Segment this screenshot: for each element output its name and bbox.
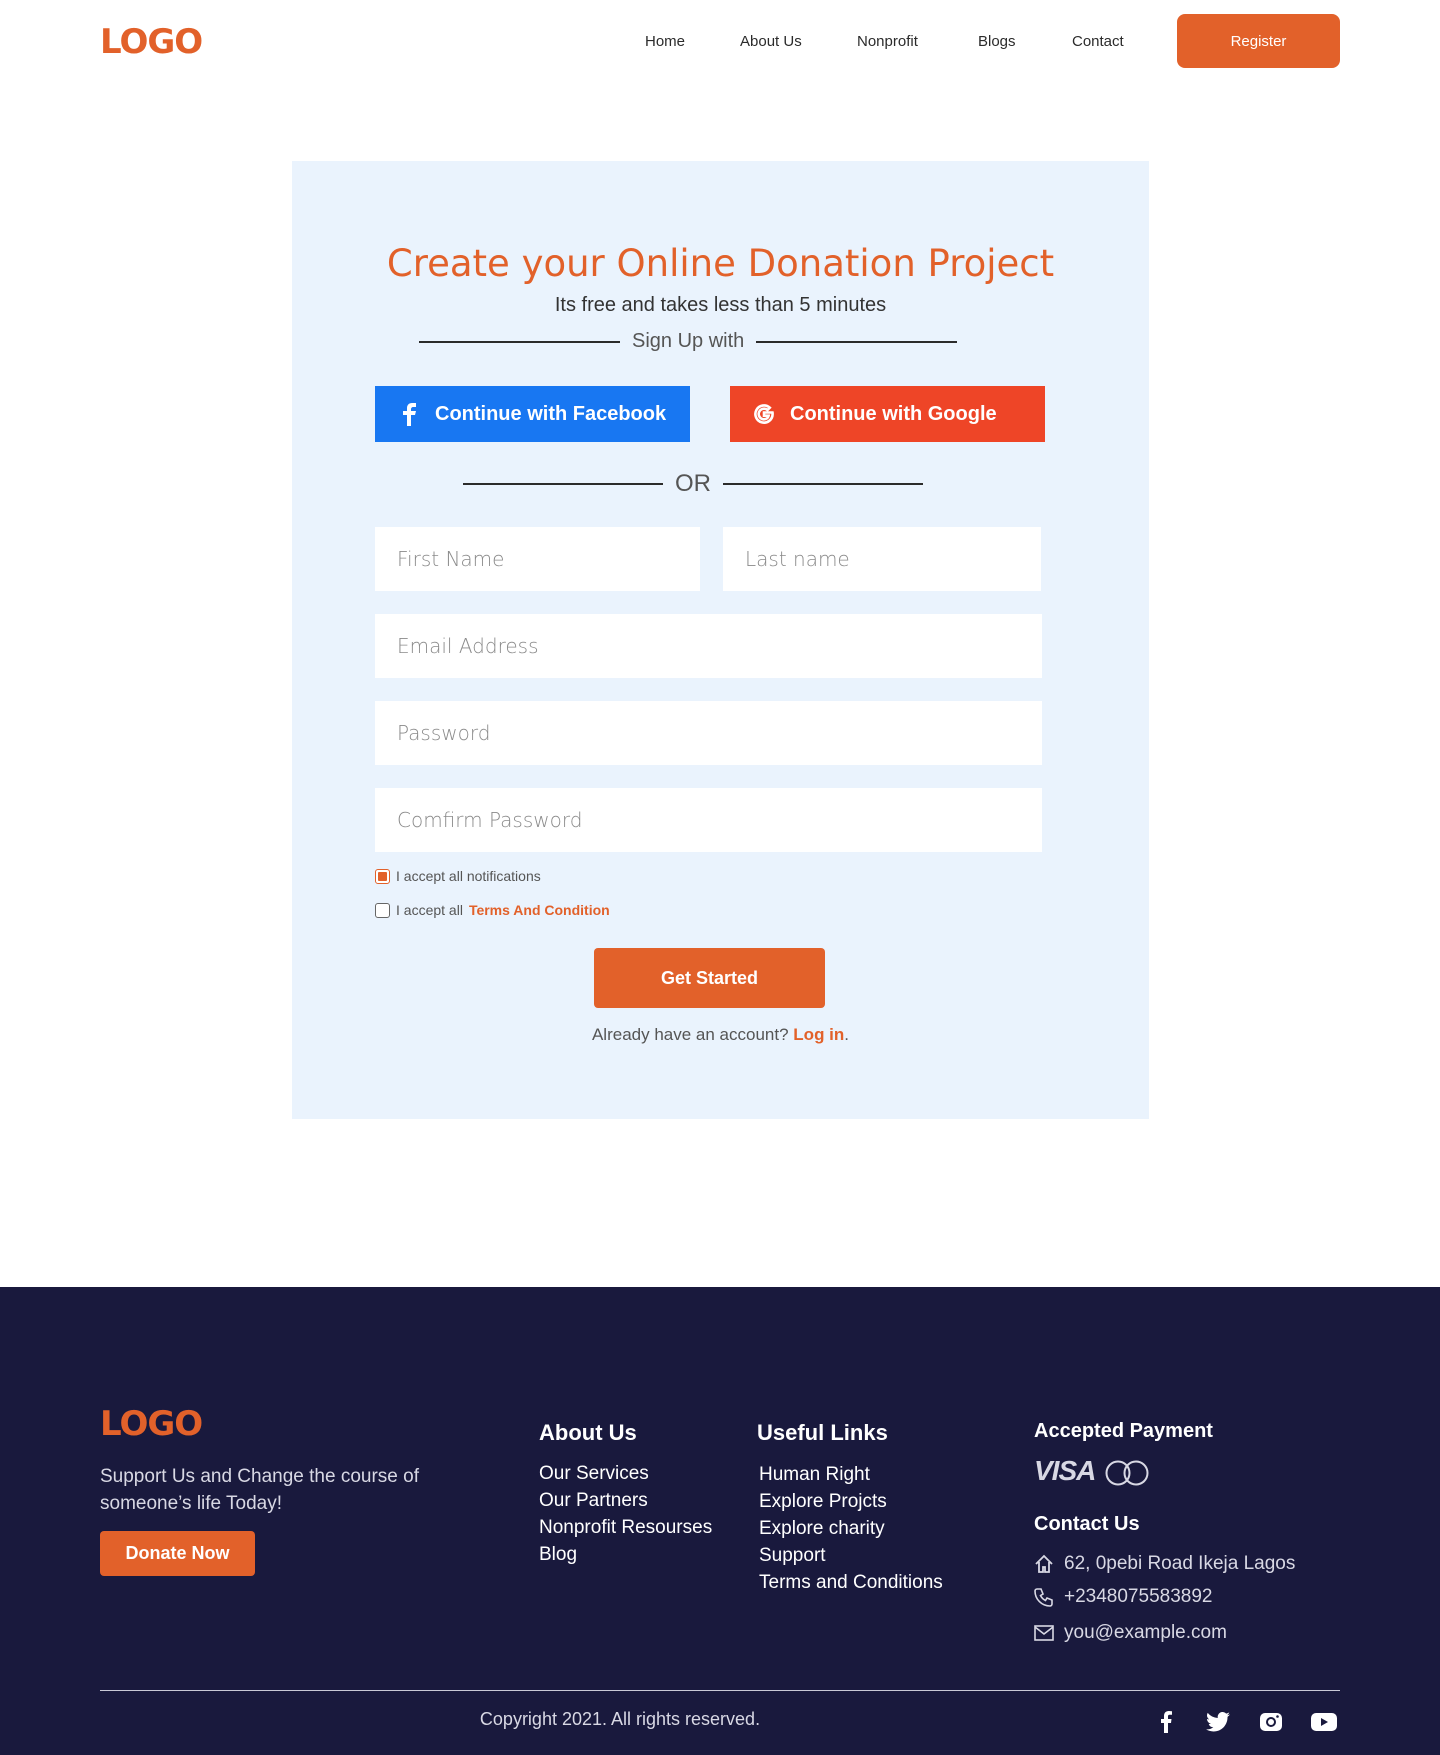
- facebook-signup-button[interactable]: Continue with Facebook: [375, 386, 690, 442]
- contact-address: 62, 0pebi Road Ikeja Lagos: [1064, 1553, 1296, 1574]
- footer-useful-list: Human Right Explore Projcts Explore char…: [759, 1461, 943, 1596]
- first-name-input[interactable]: [375, 527, 700, 591]
- terms-checkbox[interactable]: [375, 902, 390, 918]
- signup-card: Create your Online Donation Project Its …: [292, 161, 1149, 1119]
- password-input[interactable]: [375, 701, 1042, 765]
- terms-link[interactable]: Terms And Condition: [469, 902, 610, 918]
- footer-link-explore-charity[interactable]: Explore charity: [759, 1515, 943, 1542]
- divider-line: [756, 340, 958, 343]
- terms-row: I accept all Terms And Condition: [375, 902, 610, 918]
- footer-useful-title: Useful Links: [757, 1420, 888, 1445]
- phone-icon: [1034, 1588, 1053, 1607]
- contact-us-title: Contact Us: [1034, 1513, 1140, 1535]
- footer-link-blog[interactable]: Blog: [539, 1541, 712, 1568]
- contact-phone[interactable]: +2348075583892: [1064, 1586, 1212, 1608]
- divider-line: [463, 483, 663, 485]
- nav-blogs[interactable]: Blogs: [978, 30, 1016, 54]
- page-subtitle: Its free and takes less than 5 minutes: [554, 294, 887, 316]
- login-link[interactable]: Log in: [793, 1025, 844, 1044]
- terms-prefix: I accept all: [396, 902, 463, 918]
- contact-phone-row: +2348075583892: [1034, 1586, 1212, 1608]
- copyright-text: Copyright 2021. All rights reserved.: [479, 1709, 761, 1729]
- twitter-icon[interactable]: [1204, 1710, 1232, 1734]
- footer-link-terms[interactable]: Terms and Conditions: [759, 1569, 943, 1596]
- login-suffix: .: [844, 1025, 850, 1044]
- notifications-label: I accept all notifications: [396, 868, 541, 884]
- header-logo[interactable]: LOGO: [100, 20, 203, 64]
- footer-about-list: Our Services Our Partners Nonprofit Reso…: [539, 1460, 712, 1568]
- footer-link-support[interactable]: Support: [759, 1542, 943, 1569]
- email-input[interactable]: [375, 614, 1042, 678]
- footer-about-title: About Us: [539, 1420, 637, 1445]
- confirm-password-input[interactable]: [375, 788, 1042, 852]
- divider-line: [419, 340, 620, 343]
- google-signup-label: Continue with Google: [790, 402, 997, 425]
- youtube-icon[interactable]: [1310, 1710, 1338, 1734]
- footer-logo[interactable]: LOGO: [100, 1402, 203, 1446]
- mail-icon: [1034, 1625, 1054, 1641]
- google-signup-button[interactable]: Continue with Google: [730, 386, 1045, 442]
- google-icon: [752, 400, 776, 428]
- footer-divider: [100, 1690, 1340, 1691]
- nav-home[interactable]: Home: [645, 30, 685, 54]
- donate-now-button[interactable]: Donate Now: [100, 1531, 255, 1576]
- or-label: OR: [675, 470, 711, 497]
- visa-icon: VISA: [1034, 1455, 1096, 1486]
- register-button[interactable]: Register: [1177, 14, 1340, 68]
- divider-line: [723, 483, 923, 485]
- facebook-icon[interactable]: [1152, 1710, 1180, 1734]
- get-started-button[interactable]: Get Started: [594, 948, 825, 1008]
- login-prompt-text: Already have an account?: [591, 1025, 789, 1044]
- instagram-icon[interactable]: [1257, 1710, 1285, 1734]
- notifications-checkbox[interactable]: [375, 868, 390, 884]
- footer-link-our-partners[interactable]: Our Partners: [539, 1487, 712, 1514]
- footer-tagline: Support Us and Change the course of some…: [100, 1466, 419, 1514]
- page-title: Create your Online Donation Project: [386, 242, 1055, 285]
- signup-with-divider: Sign Up with: [419, 330, 958, 353]
- nav-about-us[interactable]: About Us: [740, 30, 802, 54]
- last-name-input[interactable]: [723, 527, 1041, 591]
- login-prompt-row: Already have an account? Log in.: [292, 1025, 1149, 1045]
- contact-email[interactable]: you@example.com: [1064, 1622, 1227, 1644]
- or-divider: OR: [463, 470, 923, 498]
- facebook-icon: [397, 400, 421, 428]
- mastercard-icon: [1105, 1460, 1149, 1486]
- accepted-payment-title: Accepted Payment: [1034, 1420, 1213, 1442]
- footer-link-our-services[interactable]: Our Services: [539, 1460, 712, 1487]
- footer-link-human-right[interactable]: Human Right: [759, 1461, 943, 1488]
- nav-nonprofit[interactable]: Nonprofit: [857, 30, 918, 54]
- facebook-signup-label: Continue with Facebook: [435, 402, 667, 425]
- footer: LOGO Support Us and Change the course of…: [0, 1287, 1440, 1755]
- home-icon: [1035, 1554, 1053, 1573]
- footer-link-explore-projects[interactable]: Explore Projcts: [759, 1488, 943, 1515]
- notifications-row: I accept all notifications: [375, 868, 541, 884]
- nav-contact[interactable]: Contact: [1072, 30, 1124, 54]
- contact-email-row: you@example.com: [1034, 1622, 1227, 1644]
- contact-address-row: 62, 0pebi Road Ikeja Lagos: [1034, 1553, 1295, 1575]
- footer-link-nonprofit-resources[interactable]: Nonprofit Resourses: [539, 1514, 712, 1541]
- signup-with-label: Sign Up with: [632, 330, 745, 352]
